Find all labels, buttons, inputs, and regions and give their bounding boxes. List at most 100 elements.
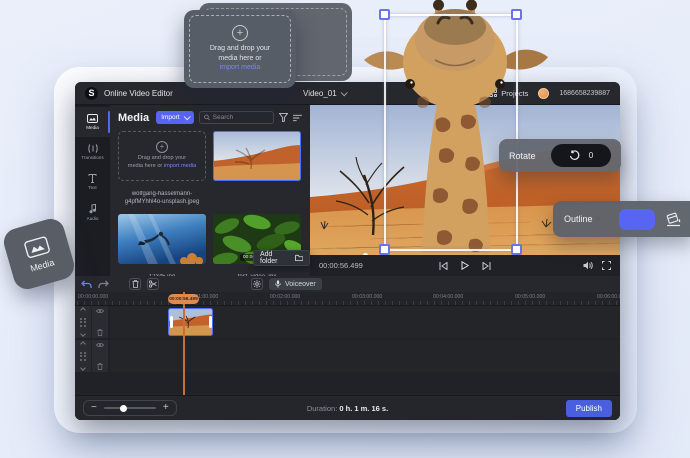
text-icon <box>88 174 97 183</box>
track-1 <box>75 306 620 338</box>
left-sidebar: Media Transitions Text Audio <box>75 105 110 276</box>
playback-controls: 00:00:56.499 <box>310 255 620 276</box>
media-panel: Media Import + <box>110 105 310 280</box>
drag-handle-icon[interactable] <box>80 317 86 327</box>
outline-label: Outline <box>564 214 593 224</box>
sort-icon[interactable] <box>293 114 302 122</box>
outline-color-swatch[interactable] <box>619 208 655 230</box>
track-reorder-controls[interactable] <box>75 340 91 372</box>
ruler-label: 00:00:00.000 <box>78 294 109 300</box>
selection-handle-top-right[interactable] <box>511 9 522 20</box>
clip-trim-handle-right[interactable] <box>208 316 212 328</box>
media-item-diver[interactable] <box>118 214 206 264</box>
settings-button[interactable] <box>251 278 263 290</box>
play-button[interactable] <box>461 261 469 270</box>
timeline-clip-desert[interactable] <box>168 308 213 336</box>
filter-icon[interactable] <box>279 113 288 122</box>
next-frame-button[interactable] <box>482 261 491 270</box>
projects-label: Projects <box>501 88 529 98</box>
previous-frame-button[interactable] <box>439 261 448 270</box>
import-media-link[interactable]: import media <box>164 163 196 169</box>
clip-thumbnail <box>168 308 213 336</box>
search-input[interactable] <box>212 114 269 121</box>
timeline-zoom-control: − + <box>83 400 177 416</box>
ruler-label: 00:06:00.000 <box>597 294 620 300</box>
clip-trim-handle-left[interactable] <box>169 316 173 328</box>
voiceover-label: Voiceover <box>285 280 316 288</box>
drag-handle-icon[interactable] <box>80 351 86 361</box>
track-reorder-controls[interactable] <box>75 306 91 338</box>
volume-icon[interactable] <box>583 261 593 270</box>
duration-display: Duration: 0 h. 1 m. 16 s. <box>307 404 388 413</box>
move-track-up-icon[interactable] <box>80 341 86 347</box>
trash-icon[interactable] <box>97 329 103 336</box>
account-avatar[interactable] <box>538 87 550 99</box>
zoom-out-button[interactable]: − <box>91 403 97 413</box>
zoom-in-button[interactable]: + <box>163 403 169 413</box>
move-track-up-icon[interactable] <box>80 307 86 313</box>
search-box[interactable] <box>198 111 274 124</box>
paint-bucket-icon[interactable] <box>665 211 682 227</box>
redo-button[interactable] <box>98 280 109 289</box>
selection-handle-bottom-left[interactable] <box>379 244 390 255</box>
zoom-slider[interactable] <box>103 404 156 412</box>
folder-icon <box>294 254 303 261</box>
track-lane[interactable] <box>110 306 620 338</box>
track-actions[interactable] <box>92 340 108 372</box>
floating-dropzone-card[interactable]: + Drag and drop your media here or impor… <box>184 10 296 88</box>
split-button[interactable] <box>147 278 159 290</box>
playhead-time-pill[interactable]: 00:00:56.499 <box>168 294 199 304</box>
projects-grid-icon <box>489 89 498 97</box>
sidebar-item-audio[interactable]: Audio <box>75 197 110 227</box>
move-track-down-icon[interactable] <box>80 365 86 371</box>
floating-dropzone-text: Drag and drop your media here or import … <box>209 44 271 72</box>
zoom-slider-handle[interactable] <box>119 404 127 412</box>
media-item-desert[interactable] <box>213 131 301 181</box>
preview-area: 00:00:56.499 <box>310 105 620 276</box>
voiceover-button[interactable]: Voiceover <box>269 278 322 290</box>
audio-note-icon <box>89 203 96 213</box>
playhead-line[interactable] <box>183 292 185 395</box>
selection-handle-top-left[interactable] <box>379 9 390 20</box>
visibility-eye-icon[interactable] <box>96 342 104 348</box>
track-lane[interactable] <box>110 340 620 372</box>
current-time: 00:00:56.499 <box>319 261 363 270</box>
account-id: 1686658239887 <box>559 89 610 97</box>
sidebar-item-label: Media <box>86 125 99 130</box>
rotate-panel: Rotate 0 <box>499 139 621 172</box>
publish-button[interactable]: Publish <box>565 399 612 417</box>
projects-button[interactable]: Projects <box>489 89 528 98</box>
delete-button[interactable] <box>129 278 141 290</box>
transitions-icon <box>87 144 98 153</box>
project-title: Video_01 <box>303 88 337 98</box>
app-title: Online Video Editor <box>104 88 173 98</box>
media-icon <box>24 236 50 258</box>
import-button[interactable]: Import <box>156 111 194 124</box>
ruler-label: 00:03:00.000 <box>352 294 383 300</box>
sidebar-item-label: Text <box>88 185 97 190</box>
fullscreen-icon[interactable] <box>602 261 611 270</box>
video-editor-window: S Online Video Editor Video_01 Projects … <box>75 82 620 420</box>
timeline-toolbar: Voiceover <box>75 276 620 292</box>
sidebar-item-media[interactable]: Media <box>75 107 110 137</box>
plus-circle-icon: + <box>232 24 248 41</box>
undo-button[interactable] <box>81 280 92 289</box>
sidebar-item-transitions[interactable]: Transitions <box>75 137 110 167</box>
move-track-down-icon[interactable] <box>80 331 86 337</box>
timeline-bottom-bar: − + Duration: 0 h. 1 m. 16 s. Publish <box>75 395 620 420</box>
media-dropzone[interactable]: + Drag and drop your media here or impor… <box>118 131 206 181</box>
import-media-link[interactable]: import media <box>220 64 260 71</box>
timeline-ruler[interactable]: 00:00:00.000 00:01:00.000 00:02:00.000 0… <box>75 292 620 306</box>
add-folder-button[interactable]: Add folder <box>253 250 310 266</box>
visibility-eye-icon[interactable] <box>96 308 104 314</box>
trash-icon[interactable] <box>97 363 103 370</box>
rotate-control[interactable]: 0 <box>551 144 611 167</box>
selection-edge-top <box>384 14 517 16</box>
selection-handle-bottom-right[interactable] <box>511 244 522 255</box>
desert-thumbnail <box>213 131 301 181</box>
chevron-down-icon <box>340 88 348 96</box>
sidebar-item-text[interactable]: Text <box>75 167 110 197</box>
plus-circle-icon: + <box>156 141 168 154</box>
project-title-dropdown[interactable]: Video_01 <box>303 88 348 98</box>
track-actions[interactable] <box>92 306 108 338</box>
